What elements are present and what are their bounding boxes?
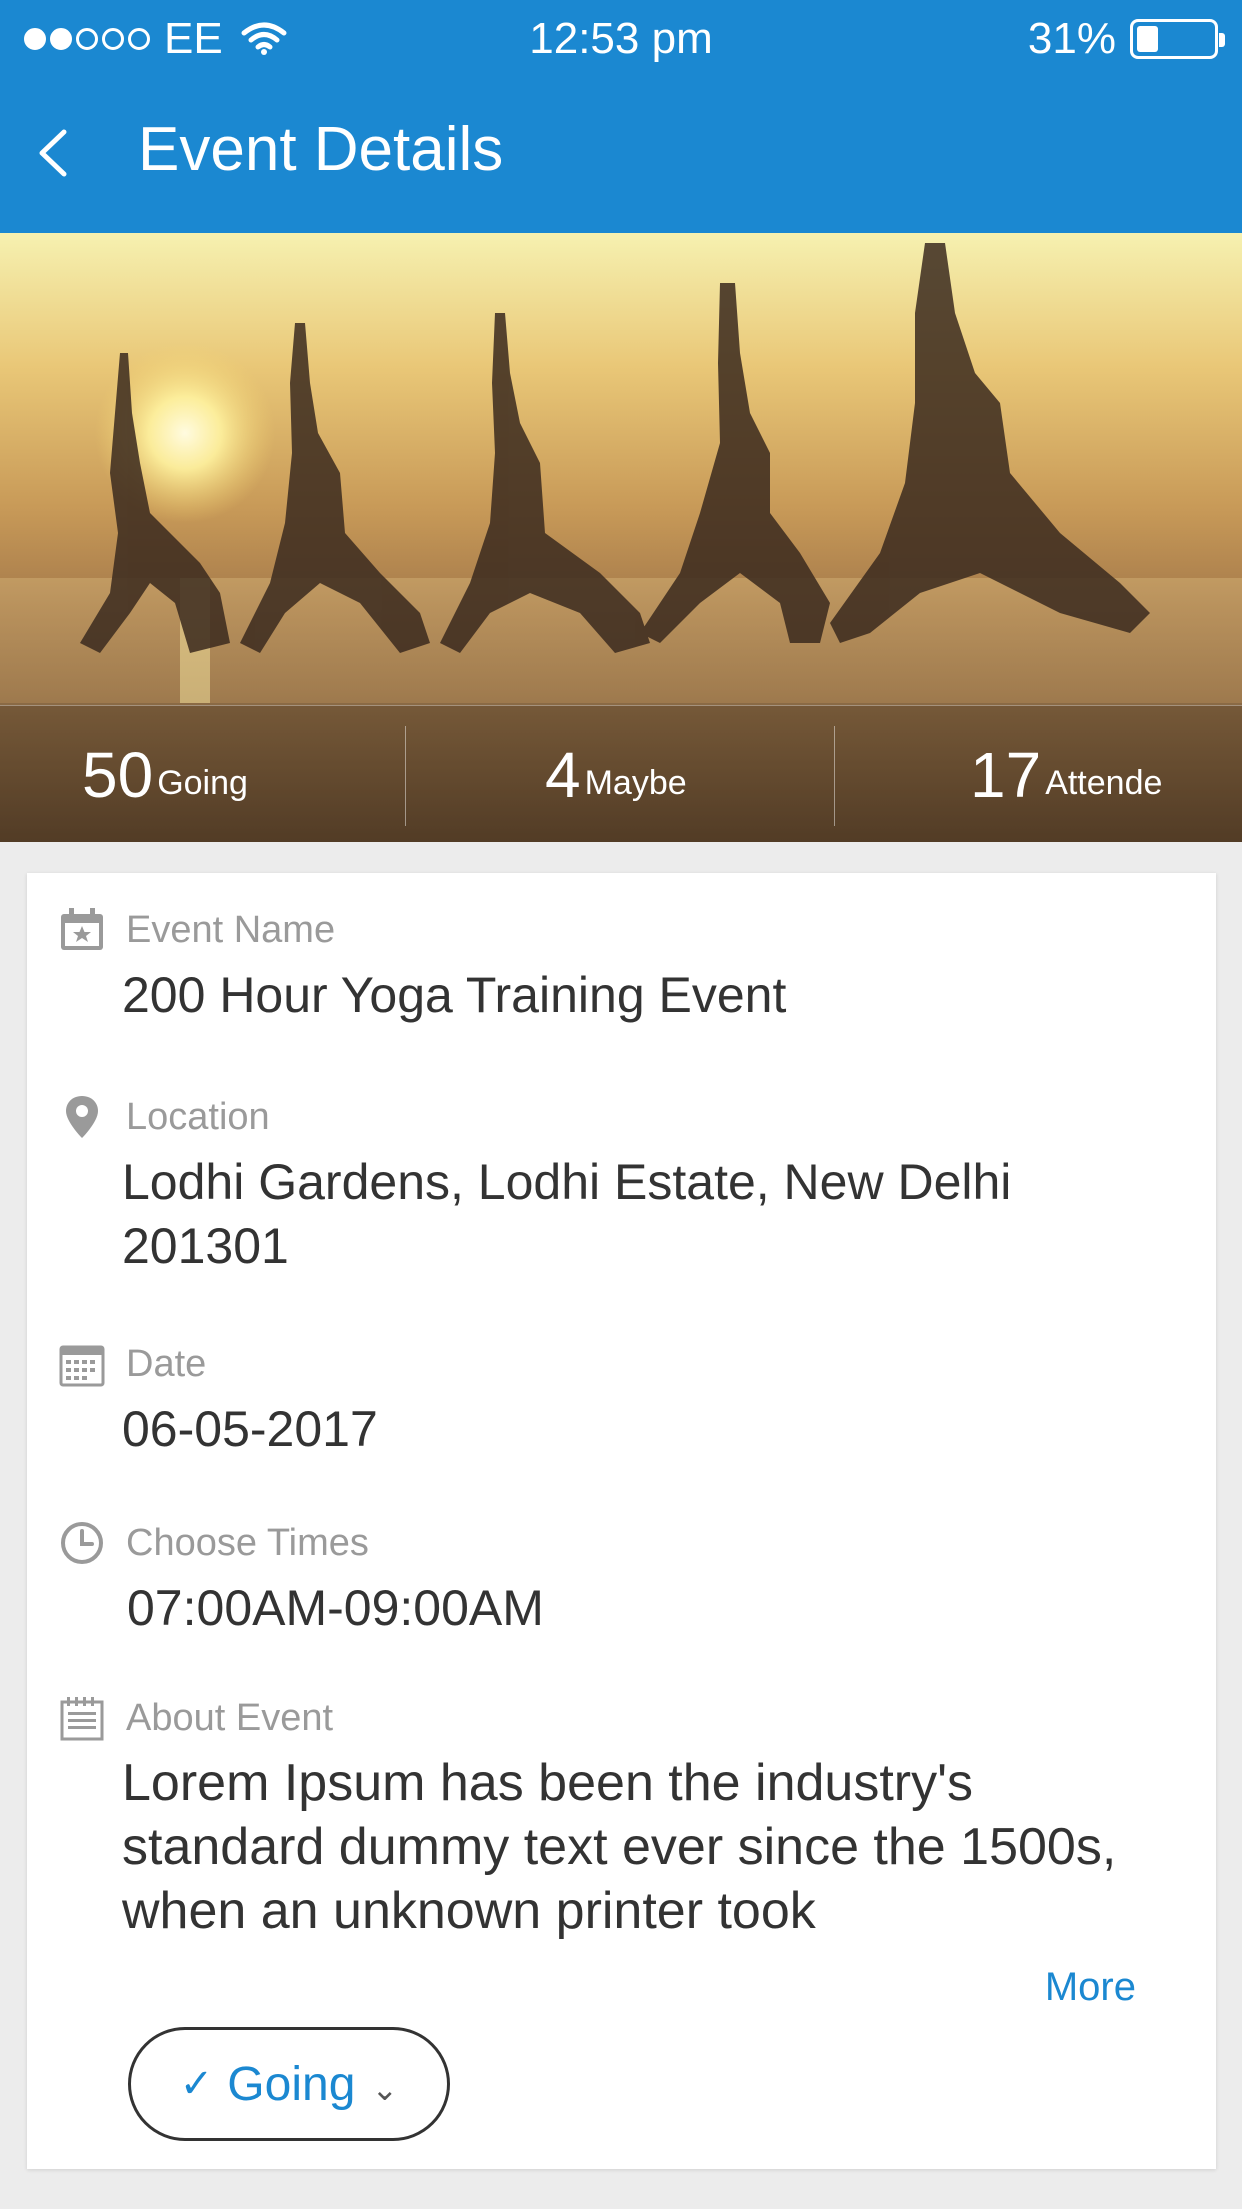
notepad-icon [60,1697,104,1741]
attendee-stat[interactable]: 17 Attende [970,706,1162,842]
stats-divider [405,726,406,826]
time-label: Choose Times [126,1522,369,1564]
chevron-down-icon: ⌄ [371,2071,399,2107]
nav-bar: Event Details [0,100,1242,210]
location-value: Lodhi Gardens, Lodhi Estate, New Delhi 2… [122,1154,1012,1274]
attendee-label: Attende [1045,764,1163,802]
event-hero-image: 50 Going 4 Maybe 17 Attende [0,233,1242,842]
maybe-stat[interactable]: 4 Maybe [545,706,687,842]
back-button[interactable] [20,118,90,188]
map-pin-icon [66,1096,98,1138]
rsvp-going-dropdown[interactable]: ✓ Going ⌄ [128,2027,450,2141]
time-value[interactable]: 07:00AM-09:00AM [127,1576,1187,1640]
battery-percent: 31% [1027,14,1116,63]
date-label: Date [126,1343,207,1385]
date-value: 06-05-2017 [122,1401,378,1457]
going-stat[interactable]: 50 Going [82,706,248,842]
page-title: Event Details [138,115,504,184]
event-name-value: 200 Hour Yoga Training Event [122,967,787,1023]
check-icon: ✓ [179,2062,214,2106]
attendance-stats: 50 Going 4 Maybe 17 Attende [0,705,1242,842]
maybe-count: 4 [545,738,581,811]
going-count: 50 [82,738,154,811]
stats-divider [834,726,835,826]
event-name-label: Event Name [126,909,336,951]
battery-icon [1130,19,1225,59]
clock-icon [61,1522,103,1564]
calendar-grid-icon [59,1345,105,1387]
event-details-card: Event Name 200 Hour Yoga Training Event … [27,873,1216,2169]
about-label: About Event [126,1697,334,1739]
status-bar: EE 12:53 pm 31% [0,0,1242,80]
chevron-left-icon [39,129,67,177]
top-app-bar: EE 12:53 pm 31% Event Details [0,0,1242,233]
maybe-label: Maybe [584,764,687,802]
about-value: Lorem Ipsum has been the industry's stan… [122,1754,1117,1940]
status-right: 31% [1027,14,1225,64]
calendar-star-icon [61,908,103,950]
rsvp-label: Going [227,2057,356,2111]
attendee-count: 17 [970,738,1042,811]
location-label: Location [126,1096,270,1138]
going-label: Going [157,764,248,802]
more-link[interactable]: More [1045,1965,1136,2010]
